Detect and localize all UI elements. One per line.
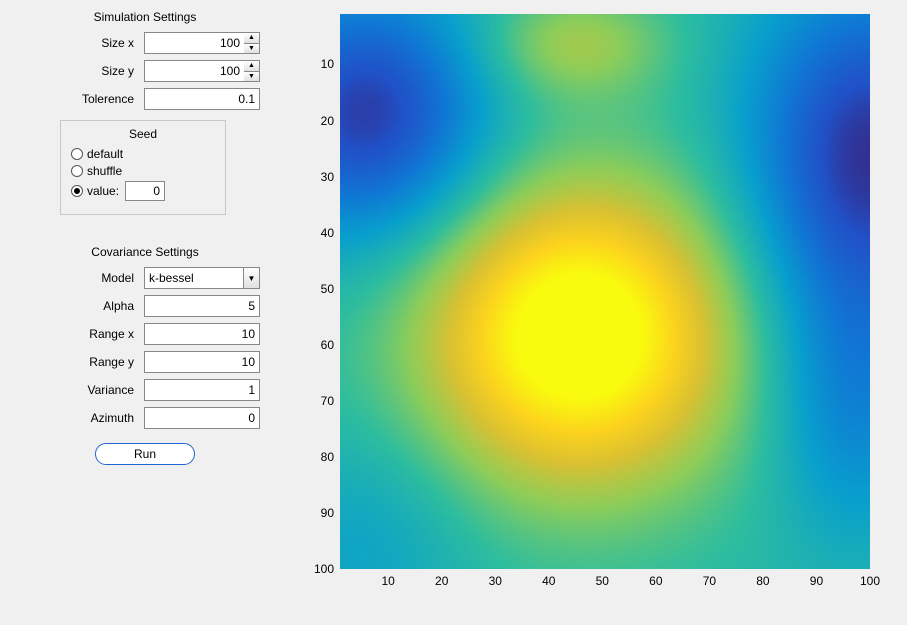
x-tick-label: 70 [703, 574, 716, 588]
model-label: Model [64, 271, 134, 285]
y-tick-label: 20 [321, 114, 334, 128]
x-tick-label: 60 [649, 574, 662, 588]
azimuth-input[interactable] [144, 407, 260, 429]
y-tick-label: 70 [321, 394, 334, 408]
triangle-down-icon[interactable]: ▼ [244, 44, 259, 54]
size-x-label: Size x [64, 36, 134, 50]
seed-shuffle-label: shuffle [87, 164, 122, 178]
radio-icon [71, 148, 83, 160]
y-tick-label: 10 [321, 57, 334, 71]
range-y-label: Range y [64, 355, 134, 369]
tolerance-label: Tolerence [64, 92, 134, 106]
y-tick-label: 50 [321, 282, 334, 296]
x-tick-label: 100 [860, 574, 880, 588]
model-select[interactable]: k-bessel ▼ [144, 267, 260, 289]
azimuth-label: Azimuth [64, 411, 134, 425]
size-x-spinner[interactable]: ▲ ▼ [244, 32, 260, 54]
y-tick-label: 40 [321, 226, 334, 240]
range-y-input[interactable] [144, 351, 260, 373]
tolerance-input[interactable] [144, 88, 260, 110]
seed-title: Seed [71, 127, 215, 141]
size-x-input[interactable] [144, 32, 244, 54]
chevron-down-icon: ▼ [243, 268, 259, 288]
y-tick-label: 90 [321, 506, 334, 520]
seed-value-input[interactable] [125, 181, 165, 201]
heatmap-chart: 10 20 30 40 50 60 70 80 90 100 10 20 30 40 50 60 70 80 90… [300, 14, 890, 614]
triangle-up-icon[interactable]: ▲ [244, 33, 259, 44]
y-axis-ticks: 102030405060708090100 [300, 14, 338, 569]
y-tick-label: 60 [321, 338, 334, 352]
radio-icon [71, 165, 83, 177]
range-x-input[interactable] [144, 323, 260, 345]
simulation-settings-title: Simulation Settings [30, 10, 260, 24]
triangle-down-icon[interactable]: ▼ [244, 72, 259, 82]
x-tick-label: 40 [542, 574, 555, 588]
seed-value-radio[interactable]: value: [71, 181, 215, 201]
size-y-input[interactable] [144, 60, 244, 82]
triangle-up-icon[interactable]: ▲ [244, 61, 259, 72]
x-tick-label: 10 [381, 574, 394, 588]
seed-default-label: default [87, 147, 123, 161]
x-tick-label: 90 [810, 574, 823, 588]
heatmap-image [340, 14, 870, 569]
x-tick-label: 30 [489, 574, 502, 588]
x-tick-label: 80 [756, 574, 769, 588]
model-select-value: k-bessel [149, 271, 194, 285]
seed-value-label: value: [87, 184, 119, 198]
y-tick-label: 80 [321, 450, 334, 464]
variance-input[interactable] [144, 379, 260, 401]
alpha-input[interactable] [144, 295, 260, 317]
radio-icon [71, 185, 83, 197]
seed-default-radio[interactable]: default [71, 147, 215, 161]
run-button[interactable]: Run [95, 443, 195, 465]
x-tick-label: 20 [435, 574, 448, 588]
y-tick-label: 30 [321, 170, 334, 184]
range-x-label: Range x [64, 327, 134, 341]
seed-group: Seed default shuffle value: [60, 120, 226, 215]
y-tick-label: 100 [314, 562, 334, 576]
alpha-label: Alpha [64, 299, 134, 313]
covariance-settings-title: Covariance Settings [30, 245, 260, 259]
x-tick-label: 50 [596, 574, 609, 588]
size-y-spinner[interactable]: ▲ ▼ [244, 60, 260, 82]
variance-label: Variance [64, 383, 134, 397]
seed-shuffle-radio[interactable]: shuffle [71, 164, 215, 178]
size-y-label: Size y [64, 64, 134, 78]
